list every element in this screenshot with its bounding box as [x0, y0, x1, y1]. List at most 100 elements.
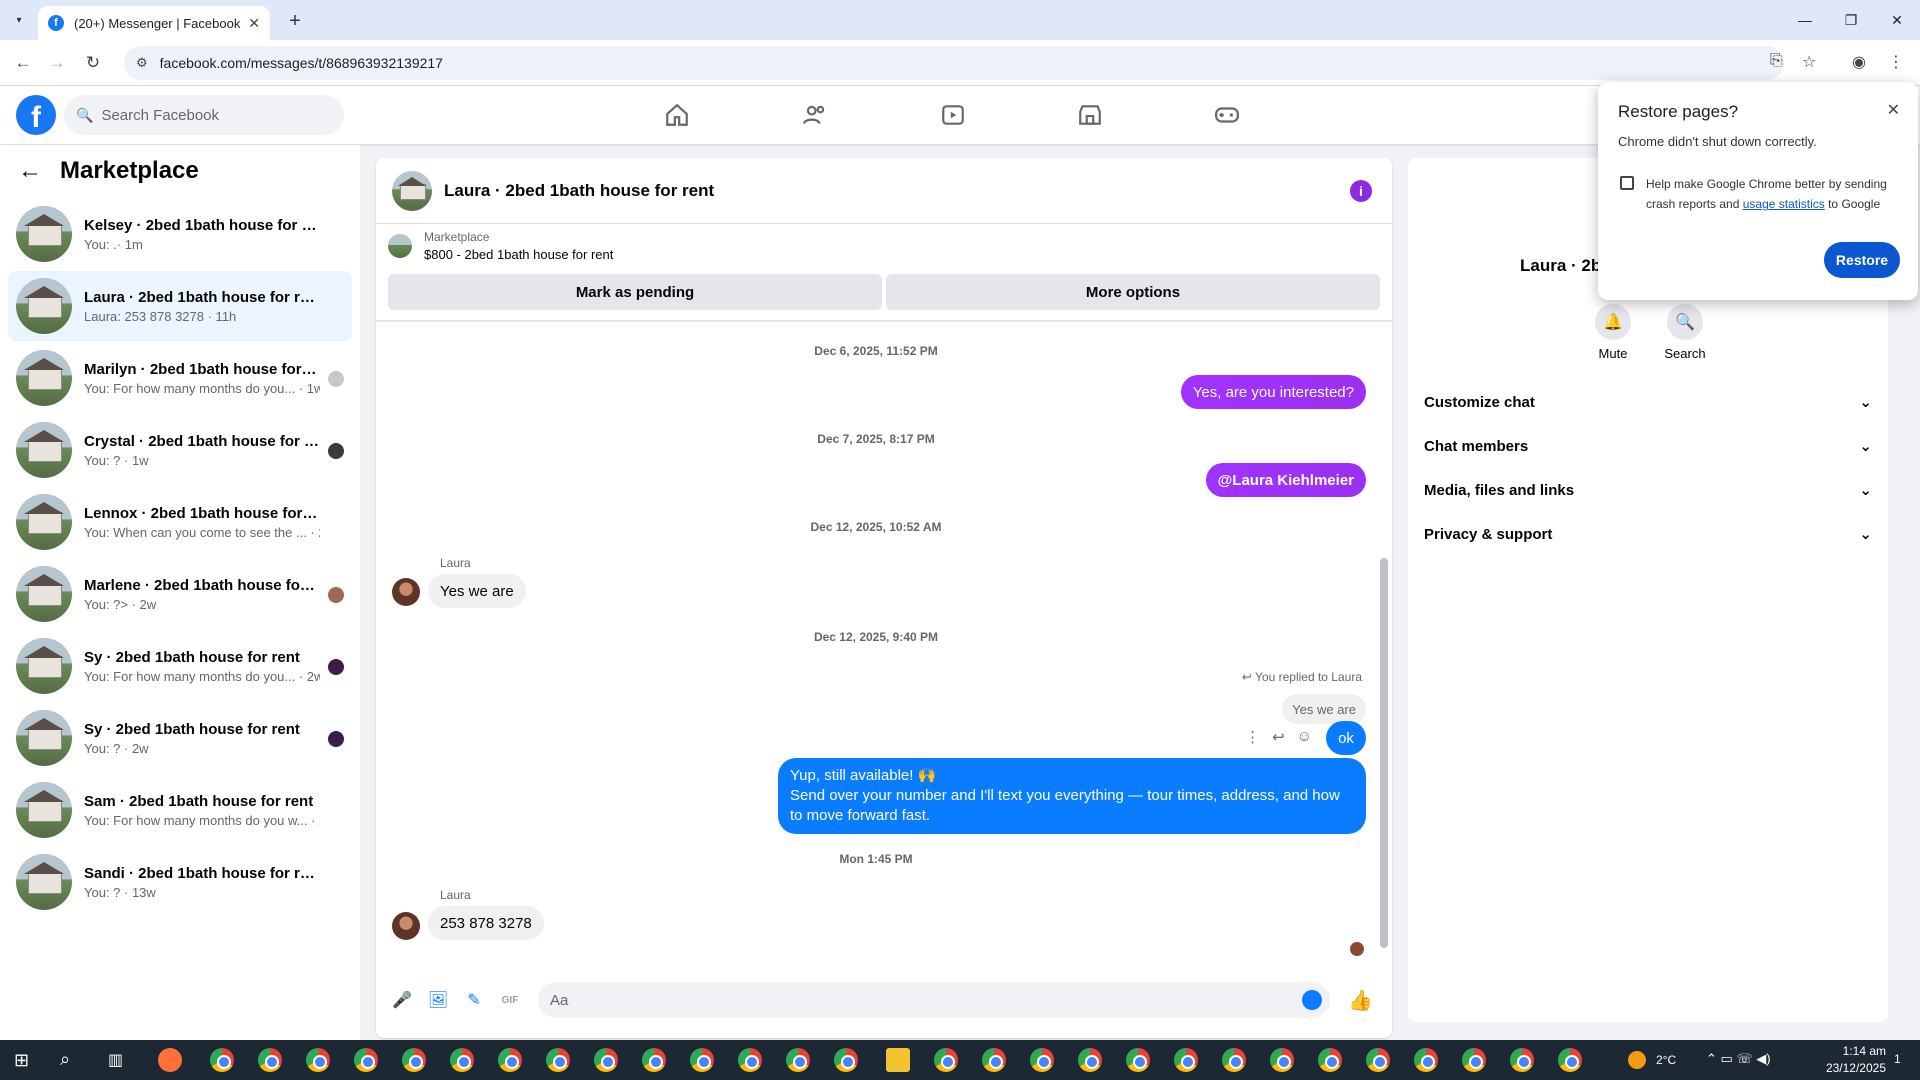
weather-sun-icon[interactable] [1628, 1051, 1646, 1069]
chat-title[interactable]: Laura · 2bed 1bath house for rent [444, 181, 714, 201]
chat-scrollbar[interactable] [1380, 558, 1388, 948]
firefox-icon[interactable] [158, 1048, 182, 1072]
conversation-item[interactable]: Marilyn · 2bed 1bath house for r... You: … [8, 343, 352, 413]
url-field[interactable]: ⚙ facebook.com/messages/t/86896393213921… [124, 46, 1784, 80]
video-icon[interactable] [936, 98, 970, 132]
privacy-support-section[interactable]: Privacy & support ⌄ [1424, 512, 1872, 556]
maximize-icon[interactable]: ❐ [1828, 0, 1874, 40]
microphone-icon[interactable]: 🎤 [388, 986, 416, 1014]
outgoing-long-message[interactable]: Yup, still available! 🙌 Send over your n… [778, 758, 1366, 834]
chrome-icon[interactable] [450, 1048, 474, 1072]
chrome-icon[interactable] [1366, 1048, 1390, 1072]
back-icon[interactable]: ← [10, 50, 36, 76]
chrome-icon[interactable] [642, 1048, 666, 1072]
conversation-item-active[interactable]: Laura · 2bed 1bath house for rent Laura: … [8, 271, 352, 341]
notification-icon[interactable]: 1 [1894, 1052, 1901, 1066]
chrome-icon[interactable] [1510, 1048, 1534, 1072]
chrome-icon[interactable] [1558, 1048, 1582, 1072]
chrome-icon[interactable] [1078, 1048, 1102, 1072]
close-window-icon[interactable]: ✕ [1874, 0, 1920, 40]
reply-icon[interactable]: ↩ [1272, 728, 1285, 746]
more-actions-icon[interactable]: ⋮ [1245, 728, 1260, 746]
chrome-icon[interactable] [738, 1048, 762, 1072]
search-in-chat-button[interactable]: 🔍 Search [1650, 304, 1720, 361]
task-view-icon[interactable]: ▥ [108, 1050, 123, 1070]
chrome-icon[interactable] [1030, 1048, 1054, 1072]
conversation-item[interactable]: Sy · 2bed 1bath house for rent You: ? · 2… [8, 703, 352, 773]
windows-start-icon[interactable]: ⊞ [14, 1050, 29, 1071]
quoted-message[interactable]: Yes we are [1282, 694, 1366, 724]
chrome-icon[interactable] [210, 1048, 234, 1072]
gif-icon[interactable]: GIF [496, 986, 524, 1014]
chrome-icon[interactable] [1462, 1048, 1486, 1072]
home-icon[interactable] [660, 98, 694, 132]
chrome-icon[interactable] [354, 1048, 378, 1072]
chrome-icon[interactable] [834, 1048, 858, 1072]
facebook-logo-icon[interactable]: f [16, 95, 56, 135]
profile-icon[interactable]: ◉ [1852, 52, 1866, 72]
conversation-item[interactable]: Lennox · 2bed 1bath house for rent You: W… [8, 487, 352, 557]
info-icon[interactable]: i [1350, 180, 1372, 202]
chrome-icon[interactable] [982, 1048, 1006, 1072]
chrome-icon[interactable] [786, 1048, 810, 1072]
outgoing-mention-message[interactable]: @Laura Kiehlmeier [1205, 463, 1366, 497]
laura-avatar[interactable] [392, 912, 420, 940]
laura-avatar[interactable] [392, 578, 420, 606]
chrome-icon[interactable] [498, 1048, 522, 1072]
restore-button[interactable]: Restore [1824, 242, 1900, 278]
listing-strip[interactable]: Marketplace $800 - 2bed 1bath house for … [388, 230, 613, 262]
chrome-icon[interactable] [1222, 1048, 1246, 1072]
chrome-icon[interactable] [690, 1048, 714, 1072]
emoji-icon[interactable] [1302, 990, 1322, 1010]
mark-as-pending-button[interactable]: Mark as pending [388, 274, 882, 310]
incoming-message[interactable]: 253 878 3278 [428, 906, 544, 940]
minimize-icon[interactable]: — [1782, 0, 1828, 40]
bookmark-star-icon[interactable]: ☆ [1802, 52, 1816, 72]
marketplace-icon[interactable] [1073, 98, 1107, 132]
chrome-icon[interactable] [1318, 1048, 1342, 1072]
reload-icon[interactable]: ↻ [80, 50, 106, 76]
chrome-icon[interactable] [1126, 1048, 1150, 1072]
more-options-button[interactable]: More options [886, 274, 1380, 310]
gaming-icon[interactable] [1210, 98, 1244, 132]
sticker-icon[interactable]: ✎ [460, 986, 488, 1014]
react-emoji-icon[interactable]: ☺ [1297, 728, 1312, 746]
chrome-icon[interactable] [1414, 1048, 1438, 1072]
tab-messenger[interactable]: f (20+) Messenger | Facebook ✕ [38, 6, 270, 40]
system-tray-icons[interactable]: ⌃ ▭ ☏ ◀) [1706, 1051, 1771, 1067]
taskbar-search-icon[interactable]: ⌕ [60, 1049, 70, 1070]
clock-time[interactable]: 1:14 am [1816, 1044, 1886, 1058]
chat-members-section[interactable]: Chat members ⌄ [1424, 424, 1872, 468]
like-thumb-icon[interactable]: 👍 [1348, 988, 1373, 1013]
facebook-search-input[interactable]: 🔍 Search Facebook [64, 95, 344, 135]
chrome-icon[interactable] [1174, 1048, 1198, 1072]
outgoing-message[interactable]: Yes, are you interested? [1180, 375, 1366, 409]
crash-report-checkbox[interactable] [1620, 176, 1634, 190]
conversation-item[interactable]: Crystal · 2bed 1bath house for r... You: … [8, 415, 352, 485]
chrome-menu-icon[interactable]: ⋮ [1888, 52, 1904, 72]
clock-date[interactable]: 23/12/2025 [1806, 1061, 1886, 1075]
site-info-icon[interactable]: ⚙ [136, 55, 148, 71]
install-app-icon[interactable]: ⎘ [1770, 52, 1783, 70]
message-input[interactable]: Aa [538, 982, 1330, 1018]
conversation-item[interactable]: Sam · 2bed 1bath house for rent You: For … [8, 775, 352, 845]
friends-icon[interactable] [798, 98, 832, 132]
conversation-item[interactable]: Sy · 2bed 1bath house for rent You: For h… [8, 631, 352, 701]
incoming-message[interactable]: Yes we are [428, 574, 526, 608]
tab-search-chevron-icon[interactable]: ▾ [8, 9, 30, 31]
mute-button[interactable]: 🔔 Mute [1578, 304, 1648, 361]
conversation-item[interactable]: Sandi · 2bed 1bath house for rent You: ? … [8, 847, 352, 917]
photo-icon[interactable]: 🖼 [424, 986, 452, 1014]
chrome-icon[interactable] [1270, 1048, 1294, 1072]
customize-chat-section[interactable]: Customize chat ⌄ [1424, 380, 1872, 424]
usage-statistics-link[interactable]: usage statistics [1743, 197, 1825, 211]
conversation-item[interactable]: Marlene · 2bed 1bath house for ... You: ?… [8, 559, 352, 629]
chrome-icon[interactable] [402, 1048, 426, 1072]
chrome-icon[interactable] [934, 1048, 958, 1072]
media-files-links-section[interactable]: Media, files and links ⌄ [1424, 468, 1872, 512]
chat-listing-thumbnail[interactable] [392, 170, 432, 211]
chrome-icon[interactable] [258, 1048, 282, 1072]
chrome-icon[interactable] [594, 1048, 618, 1072]
tab-close-icon[interactable]: ✕ [248, 15, 260, 32]
outgoing-message[interactable]: ok [1326, 721, 1366, 755]
